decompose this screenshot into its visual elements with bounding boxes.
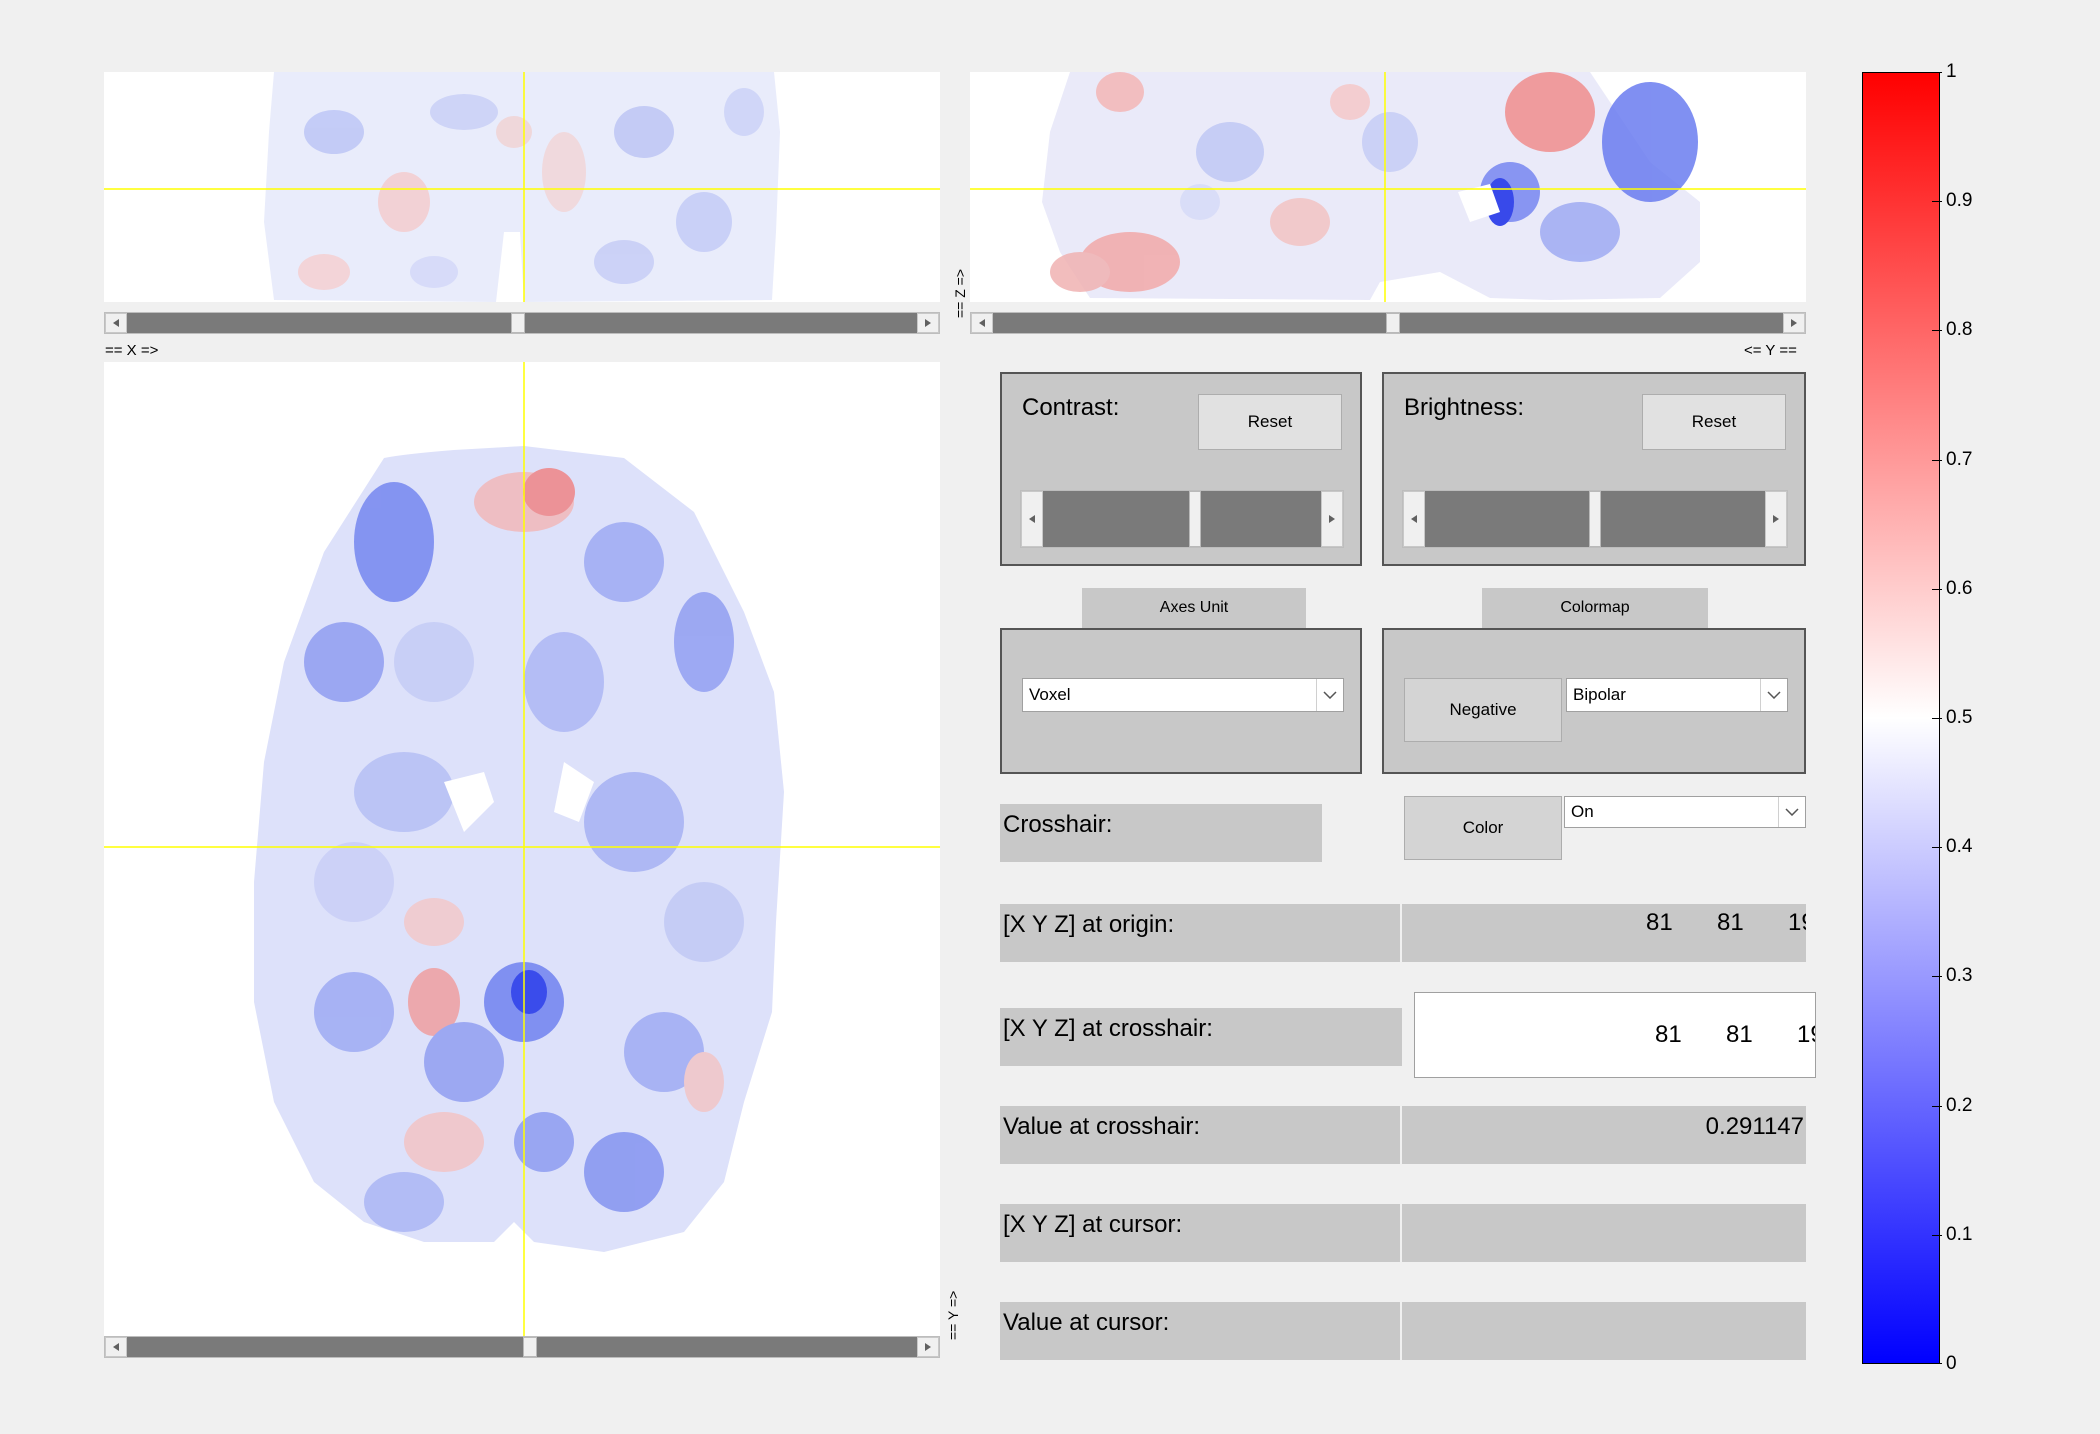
axial-view[interactable] <box>104 362 940 1338</box>
value-cursor-label: Value at cursor: <box>1000 1302 1400 1360</box>
crosshair-color-button[interactable]: Color <box>1404 796 1562 860</box>
colorbar-tick-label: 0.2 <box>1946 1094 1973 1116</box>
crosshair-pos-input[interactable]: 81 81 19 <box>1414 992 1816 1078</box>
origin-z: 19 <box>1788 909 1806 936</box>
colorbar-tick-label: 0.6 <box>1946 577 1973 599</box>
colorbar-tick-label: 0.4 <box>1946 836 1973 858</box>
crosshair-label: Crosshair: <box>1000 804 1322 862</box>
colorbar-tick <box>1932 330 1942 332</box>
colorbar-tick <box>1932 1105 1942 1107</box>
colormap-dropdown[interactable]: Bipolar <box>1566 678 1788 712</box>
brightness-reset-button[interactable]: Reset <box>1642 394 1786 450</box>
colorbar-tick <box>1932 1363 1942 1364</box>
origin-x: 81 <box>1646 909 1673 936</box>
crosshair-pos-label: [X Y Z] at crosshair: <box>1000 1008 1402 1066</box>
brightness-panel: Brightness: Reset <box>1382 372 1806 566</box>
colorbar-tick <box>1932 459 1942 461</box>
crosshair-pos-x: 81 <box>1655 1021 1682 1048</box>
colormap-panel: Negative Bipolar <box>1382 628 1806 774</box>
contrast-panel: Contrast: Reset <box>1000 372 1362 566</box>
x-axis-label: == X => <box>105 342 159 359</box>
chevron-down-icon[interactable] <box>1778 797 1805 827</box>
colorbar-tick <box>1932 1234 1942 1236</box>
colorbar-ticks: 0 0.1 0.2 0.3 0.4 0.5 0.6 0.7 0.8 0.9 1 <box>1862 61 1982 1374</box>
colorbar-tick <box>1932 588 1942 590</box>
coronal-slice-scrollbar[interactable] <box>104 312 940 334</box>
axes-unit-panel: Voxel <box>1000 628 1362 774</box>
axes-unit-value: Voxel <box>1029 685 1071 704</box>
colorbar-tick <box>1932 718 1942 719</box>
contrast-label: Contrast: <box>1022 394 1120 421</box>
scroll-right-button[interactable] <box>917 313 939 333</box>
colorbar-tick <box>1932 201 1942 203</box>
scroll-thumb[interactable] <box>511 313 525 333</box>
coronal-view[interactable] <box>104 72 940 302</box>
contrast-slider[interactable] <box>1020 490 1344 548</box>
axes-unit-tab: Axes Unit <box>1082 588 1306 628</box>
axial-slice-scrollbar[interactable] <box>104 1336 940 1358</box>
scroll-thumb[interactable] <box>523 1337 537 1357</box>
colorbar-tick-label: 0.9 <box>1946 190 1973 212</box>
colorbar-tick <box>1932 976 1942 978</box>
crosshair-pos-z: 19 <box>1797 1021 1815 1048</box>
value-cursor-value <box>1402 1302 1806 1360</box>
z-axis-label: == Z => <box>952 268 968 318</box>
chevron-down-icon[interactable] <box>1760 679 1787 711</box>
slider-right-button[interactable] <box>1765 491 1787 547</box>
value-crosshair-value: 0.291147 <box>1402 1106 1806 1164</box>
cursor-pos-value <box>1402 1204 1806 1262</box>
crosshair-toggle-dropdown[interactable]: On <box>1564 796 1806 828</box>
y-axis-label-right: <= Y == <box>1744 342 1797 359</box>
y-axis-label-axial: == Y => <box>945 1290 961 1340</box>
crosshair-toggle-value: On <box>1571 802 1594 821</box>
chevron-down-icon[interactable] <box>1316 679 1343 711</box>
scroll-right-button[interactable] <box>1783 313 1805 333</box>
sagittal-slice-scrollbar[interactable] <box>970 312 1806 334</box>
origin-label: [X Y Z] at origin: <box>1000 904 1400 962</box>
scroll-left-button[interactable] <box>105 1337 127 1357</box>
brightness-slider-thumb[interactable] <box>1589 491 1601 547</box>
scroll-right-button[interactable] <box>917 1337 939 1357</box>
slider-left-button[interactable] <box>1403 491 1425 547</box>
origin-value: 81 81 19 <box>1402 904 1806 962</box>
crosshair-pos-y: 81 <box>1726 1021 1753 1048</box>
colormap-tab: Colormap <box>1482 588 1708 628</box>
colorbar-tick <box>1932 847 1942 849</box>
scroll-left-button[interactable] <box>105 313 127 333</box>
axes-unit-dropdown[interactable]: Voxel <box>1022 678 1344 712</box>
colorbar-tick-label: 1 <box>1946 61 1957 82</box>
colorbar-tick-label: 0.1 <box>1946 1223 1973 1245</box>
colorbar-tick-label: 0.7 <box>1946 448 1973 470</box>
contrast-slider-thumb[interactable] <box>1189 491 1202 547</box>
negative-button[interactable]: Negative <box>1404 678 1562 742</box>
contrast-reset-button[interactable]: Reset <box>1198 394 1342 450</box>
origin-y: 81 <box>1717 909 1744 936</box>
sagittal-view[interactable] <box>970 72 1806 302</box>
slider-right-button[interactable] <box>1321 491 1343 547</box>
colorbar-tick-label: 0.8 <box>1946 319 1973 341</box>
slider-left-button[interactable] <box>1021 491 1043 547</box>
brightness-slider[interactable] <box>1402 490 1788 548</box>
colorbar-tick-label: 0.5 <box>1946 707 1973 728</box>
colorbar-tick-label: 0 <box>1946 1353 1957 1374</box>
colorbar-tick-label: 0.3 <box>1946 965 1973 987</box>
colormap-value: Bipolar <box>1573 685 1626 704</box>
brightness-label: Brightness: <box>1404 394 1525 421</box>
cursor-pos-label: [X Y Z] at cursor: <box>1000 1204 1400 1262</box>
value-crosshair-label: Value at crosshair: <box>1000 1106 1400 1164</box>
scroll-thumb[interactable] <box>1386 313 1400 333</box>
scroll-left-button[interactable] <box>971 313 993 333</box>
colorbar-tick <box>1932 72 1942 73</box>
